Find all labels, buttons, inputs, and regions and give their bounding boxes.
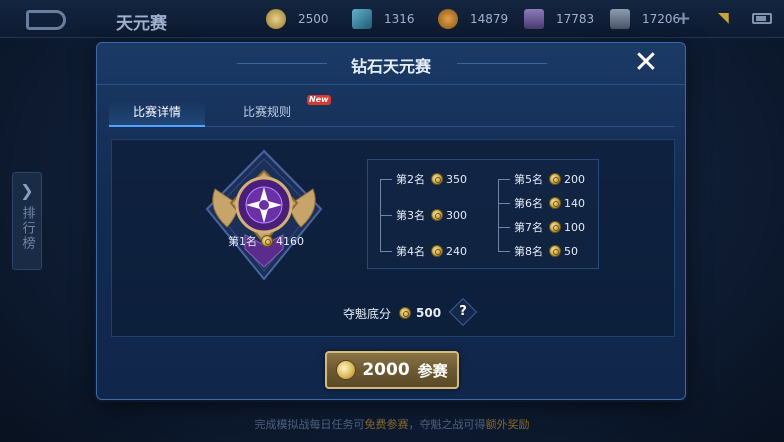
diamond-value: 1316 <box>384 12 415 26</box>
chest-value: 17783 <box>556 12 595 26</box>
join-button[interactable]: 2000 参赛 <box>325 351 459 389</box>
tab-label: 比赛规则 <box>242 105 291 119</box>
rank-text: 第8名 <box>514 245 543 258</box>
back-button[interactable] <box>26 10 66 30</box>
close-icon: ✕ <box>633 45 659 80</box>
prize-row: 第8名 50 <box>514 244 578 259</box>
bracket-line <box>380 179 392 180</box>
chest-counter: 17783 <box>524 8 594 30</box>
question-icon[interactable]: ? <box>453 302 473 322</box>
coin-icon <box>261 235 273 247</box>
coin-icon <box>549 221 561 233</box>
ticket-value: 17206 <box>642 12 681 26</box>
reward-value: 140 <box>564 196 585 210</box>
footer-tip-text-2: ，夺魁之战可得 <box>408 418 486 431</box>
tab-match-details[interactable]: 比赛详情 <box>109 101 205 127</box>
top-bar: 天元赛 2500 1316 14879 17783 17206 + ◥ <box>0 0 784 38</box>
coin-icon <box>549 173 561 185</box>
join-label: 参赛 <box>417 361 448 380</box>
champion-base-value: 500 <box>416 306 442 320</box>
bracket-line <box>498 251 510 252</box>
coin-icon <box>431 245 443 257</box>
footer-tip-highlight: 免费参赛 <box>364 418 409 431</box>
prize-row: 第6名 140 <box>514 196 585 211</box>
rank-text: 第7名 <box>514 221 543 234</box>
wifi-icon: ◥ <box>718 10 729 26</box>
coin-icon <box>549 197 561 209</box>
bracket-line <box>380 251 392 252</box>
prize-row: 第4名 240 <box>396 244 467 259</box>
gold-coin-icon <box>266 9 286 29</box>
leaderboard-tab[interactable]: ❯ 排行榜 <box>12 172 42 270</box>
rank-text: 第2名 <box>396 173 425 186</box>
diamond-counter: 1316 <box>352 8 415 30</box>
points-counter: 14879 <box>438 8 508 30</box>
rank-text: 第3名 <box>396 209 425 222</box>
points-coupon-icon <box>438 9 458 29</box>
diamond-cube-icon <box>352 9 372 29</box>
plus-icon[interactable]: + <box>676 8 691 29</box>
rank-text: 第4名 <box>396 245 425 258</box>
coin-icon <box>431 209 443 221</box>
ticket-icon <box>610 9 630 29</box>
coin-icon <box>336 360 357 380</box>
modal-title: 钻石天元赛 <box>350 57 431 76</box>
footer-tip-highlight-2: 额外奖励 <box>485 418 530 431</box>
modal-header: 钻石天元赛 ✕ <box>97 43 685 85</box>
first-place-label: 第1名 4160 <box>211 233 321 249</box>
page-title: 天元赛 <box>116 14 167 34</box>
join-cost: 2000 <box>362 360 410 380</box>
coin-icon <box>549 245 561 257</box>
gold-coin-counter: 2500 <box>266 8 329 30</box>
gold-coin-value: 2500 <box>298 12 329 26</box>
tab-label: 比赛详情 <box>132 105 181 119</box>
battery-icon <box>752 13 772 24</box>
chevron-right-icon: ❯ <box>20 181 34 200</box>
tournament-modal: 钻石天元赛 ✕ 比赛详情 比赛规则 New 第1名 4160 第2名 350 第… <box>96 42 686 400</box>
champion-base-label: 夺魁底分 <box>343 306 392 321</box>
bracket-line <box>498 179 510 180</box>
prize-row: 第2名 350 <box>396 172 467 187</box>
footer-tip: 完成模拟战每日任务可免费参赛，夺魁之战可得额外奖励 <box>0 416 784 432</box>
chest-icon <box>524 9 544 29</box>
new-badge: New <box>307 95 331 105</box>
bracket-line <box>498 227 510 228</box>
coin-icon <box>399 307 412 319</box>
close-button[interactable]: ✕ <box>631 48 661 79</box>
tab-match-rules[interactable]: 比赛规则 New <box>221 95 331 127</box>
bracket-line <box>498 179 499 252</box>
bracket-line <box>380 215 392 216</box>
coin-icon <box>431 173 443 185</box>
prize-bracket: 第2名 350 第3名 300 第4名 240 第5名 200 第6名 140 … <box>367 159 599 269</box>
reward-value: 300 <box>446 208 467 222</box>
prize-row: 第5名 200 <box>514 172 585 187</box>
rank-text: 第1名 <box>228 235 257 248</box>
diamond-rank-emblem-icon <box>205 149 323 281</box>
reward-value: 200 <box>564 172 585 186</box>
reward-value: 4160 <box>276 234 304 248</box>
modal-tabs: 比赛详情 比赛规则 New <box>109 95 675 127</box>
rank-text: 第5名 <box>514 173 543 186</box>
rank-text: 第6名 <box>514 197 543 210</box>
bracket-line <box>498 203 510 204</box>
ticket-counter: 17206 <box>610 8 680 30</box>
reward-value: 240 <box>446 244 467 258</box>
reward-value: 350 <box>446 172 467 186</box>
leaderboard-label: 排行榜 <box>19 206 35 251</box>
reward-value: 50 <box>564 244 578 258</box>
prize-row: 第7名 100 <box>514 220 585 235</box>
reward-value: 100 <box>564 220 585 234</box>
points-value: 14879 <box>470 12 509 26</box>
footer-tip-text: 完成模拟战每日任务可 <box>254 418 365 431</box>
champion-base-points: 夺魁底分 500 <box>343 305 441 321</box>
prize-row: 第3名 300 <box>396 208 467 223</box>
